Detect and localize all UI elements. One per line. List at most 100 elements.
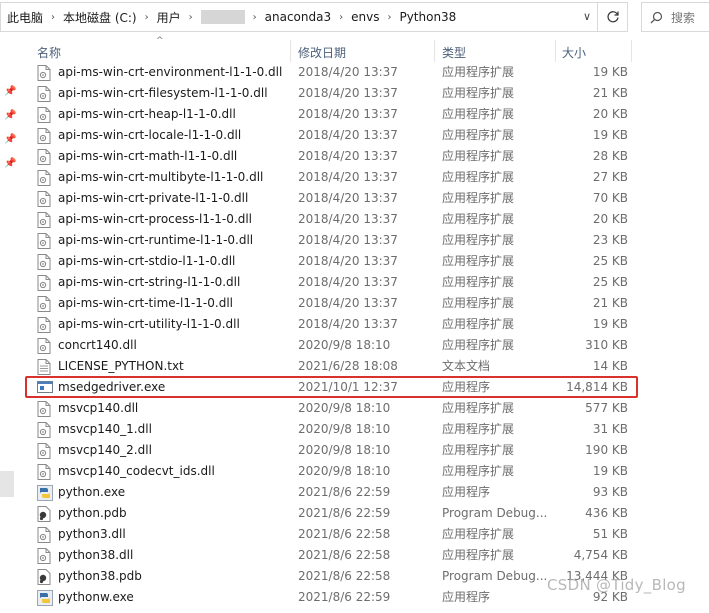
column-divider[interactable] [631,40,632,62]
breadcrumb-envs[interactable]: envs [345,10,385,24]
file-date: 2020/9/8 18:10 [298,338,391,352]
file-date: 2021/8/6 22:58 [298,548,391,562]
breadcrumb-anaconda3[interactable]: anaconda3 [259,10,337,24]
pin-icon[interactable]: 📌 [4,158,16,170]
file-name: api-ms-win-crt-filesystem-l1-1-0.dll [58,86,268,100]
file-row[interactable]: api-ms-win-crt-multibyte-l1-1-0.dll 2018/… [22,167,709,188]
pin-icon[interactable]: 📌 [4,110,16,122]
file-row[interactable]: api-ms-win-crt-time-l1-1-0.dll 2018/4/20 … [22,293,709,314]
dll-file-icon [37,338,51,354]
file-date: 2020/9/8 18:10 [298,422,391,436]
file-row[interactable]: api-ms-win-crt-stdio-l1-1-0.dll 2018/4/20… [22,251,709,272]
column-date[interactable]: 修改日期 [298,44,346,61]
file-type: Program Debug... [442,569,548,583]
file-name: msvcp140_1.dll [58,422,152,436]
file-size: 51 KB [592,527,628,541]
column-divider[interactable] [434,40,435,62]
file-row[interactable]: msedgedriver.exe 2021/10/1 12:37 应用程序 14,81… [22,377,709,398]
chevron-right-icon[interactable]: › [251,12,259,23]
file-date: 2018/4/20 13:37 [298,149,398,163]
file-size: 14 KB [592,359,628,373]
file-size: 25 KB [592,254,628,268]
file-name: pythonw.exe [58,590,134,604]
file-row[interactable]: api-ms-win-crt-math-l1-1-0.dll 2018/4/20 … [22,146,709,167]
chevron-right-icon[interactable]: › [337,12,345,23]
file-date: 2018/4/20 13:37 [298,86,398,100]
file-name: msvcp140.dll [58,401,139,415]
search-icon [650,11,663,23]
file-row[interactable]: api-ms-win-crt-utility-l1-1-0.dll 2018/4/… [22,314,709,335]
file-name: python.exe [58,485,126,499]
file-row[interactable]: msvcp140_codecvt_ids.dll 2020/9/8 18:10 应用… [22,461,709,482]
file-row[interactable]: python3.dll 2021/8/6 22:58 应用程序扩展 51 KB [22,524,709,545]
file-row[interactable]: api-ms-win-crt-string-l1-1-0.dll 2018/4/2… [22,272,709,293]
dll-file-icon [37,128,51,144]
column-divider[interactable] [555,40,556,62]
column-type[interactable]: 类型 [442,44,466,61]
file-row[interactable]: python.pdb 2021/8/6 22:59 Program Debug...… [22,503,709,524]
file-type: 应用程序扩展 [442,338,515,352]
nav-pane-selected-item[interactable] [0,471,14,497]
pin-icon[interactable]: 📌 [4,86,16,98]
file-row[interactable]: msvcp140_1.dll 2020/9/8 18:10 应用程序扩展 31 KB [22,419,709,440]
column-divider[interactable] [290,40,291,62]
file-date: 2021/10/1 12:37 [298,380,398,394]
file-name: api-ms-win-crt-locale-l1-1-0.dll [58,128,242,142]
file-type: 应用程序扩展 [442,422,515,436]
dll-file-icon [37,548,51,564]
file-date: 2021/6/28 18:08 [298,359,398,373]
breadcrumb-this-pc[interactable]: 此电脑 [1,9,49,26]
file-date: 2018/4/20 13:37 [298,233,398,247]
file-row[interactable]: msvcp140_2.dll 2020/9/8 18:10 应用程序扩展 190 KB [22,440,709,461]
breadcrumb-python38[interactable]: Python38 [393,10,462,24]
file-size: 310 KB [585,338,628,352]
breadcrumb-c-drive[interactable]: 本地磁盘 (C:) [57,9,143,26]
chevron-right-icon[interactable]: › [187,12,195,23]
file-name: python3.dll [58,527,126,541]
refresh-button[interactable] [598,2,628,32]
file-row[interactable]: msvcp140.dll 2020/9/8 18:10 应用程序扩展 577 KB [22,398,709,419]
dll-file-icon [37,443,51,459]
file-name: api-ms-win-crt-stdio-l1-1-0.dll [58,254,236,268]
file-name: python.pdb [58,506,127,520]
file-size: 70 KB [592,191,628,205]
chevron-right-icon[interactable]: › [143,12,151,23]
file-date: 2020/9/8 18:10 [298,464,391,478]
dll-file-icon [37,254,51,270]
file-date: 2018/4/20 13:37 [298,107,398,121]
navigation-pane: 📌 📌 📌 📌 [0,34,22,607]
file-type: 应用程序扩展 [442,233,515,247]
column-name[interactable]: 名称 [37,44,61,61]
python-icon [37,590,53,606]
file-row[interactable]: api-ms-win-crt-filesystem-l1-1-0.dll 2018… [22,83,709,104]
dll-file-icon [37,212,51,228]
file-row[interactable]: api-ms-win-crt-process-l1-1-0.dll 2018/4/… [22,209,709,230]
file-date: 2021/8/6 22:59 [298,485,391,499]
pin-icon[interactable]: 📌 [4,134,16,146]
file-row[interactable]: api-ms-win-crt-environment-l1-1-0.dll 201… [22,62,709,83]
file-name: api-ms-win-crt-runtime-l1-1-0.dll [58,233,254,247]
file-row[interactable]: api-ms-win-crt-private-l1-1-0.dll 2018/4/… [22,188,709,209]
column-header: ^ 名称 修改日期 类型 大小 [22,36,709,64]
file-name: api-ms-win-crt-utility-l1-1-0.dll [58,317,240,331]
chevron-right-icon[interactable]: › [49,12,57,23]
file-row[interactable]: api-ms-win-crt-locale-l1-1-0.dll 2018/4/2… [22,125,709,146]
file-row[interactable]: LICENSE_PYTHON.txt 2021/6/28 18:08 文本文档 14 … [22,356,709,377]
breadcrumb-users[interactable]: 用户 [151,9,187,26]
file-type: 应用程序扩展 [442,548,515,562]
file-row[interactable]: python.exe 2021/8/6 22:59 应用程序 93 KB [22,482,709,503]
chevron-down-icon[interactable]: ∨ [583,10,591,23]
dll-file-icon [37,170,51,186]
search-box[interactable]: 搜索 [641,2,709,32]
dll-file-icon [37,149,51,165]
file-date: 2018/4/20 13:37 [298,317,398,331]
file-row[interactable]: concrt140.dll 2020/9/8 18:10 应用程序扩展 310 KB [22,335,709,356]
dll-file-icon [37,191,51,207]
column-size[interactable]: 大小 [562,44,586,61]
file-row[interactable]: python38.dll 2021/8/6 22:58 应用程序扩展 4,754 KB [22,545,709,566]
chevron-right-icon[interactable]: › [385,12,393,23]
file-type: 应用程序扩展 [442,107,515,121]
address-bar[interactable]: 此电脑 › 本地磁盘 (C:) › 用户 › › anaconda3 › env… [0,2,598,32]
file-row[interactable]: api-ms-win-crt-runtime-l1-1-0.dll 2018/4/… [22,230,709,251]
file-row[interactable]: api-ms-win-crt-heap-l1-1-0.dll 2018/4/20 … [22,104,709,125]
